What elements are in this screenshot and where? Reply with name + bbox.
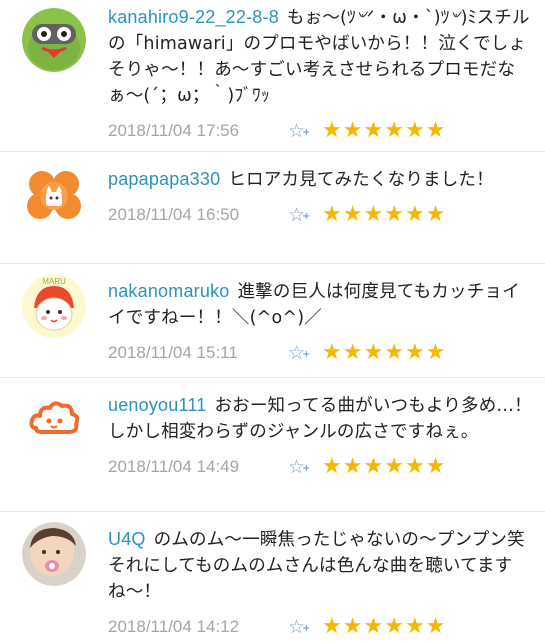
star-icon: ★: [404, 340, 425, 365]
comment-timestamp: 2018/11/04 14:49: [108, 457, 240, 476]
comment-username[interactable]: nakanomaruko: [108, 281, 229, 301]
comment-meta: 2018/11/04 15:11 ☆ + ★ ★ ★ ★ ★ ★: [108, 339, 535, 367]
comment-meta: 2018/11/04 17:56 ☆ + ★ ★ ★ ★ ★ ★: [108, 117, 535, 145]
star-icon: ★: [384, 454, 404, 479]
add-star-plus: +: [302, 127, 311, 138]
comment-list: kanahiro9-22_22-8-8 もぉ〜(ﾂ৺ᐟ・ω・`)ﾂ৺)ﾐスチルの「…: [0, 0, 545, 640]
green-robot-avatar-icon: [22, 8, 86, 72]
star-icon: ★: [342, 614, 363, 639]
comment-text-block: papapapa330 ヒロアカ見てみたくなりました！: [108, 166, 535, 193]
orange-cloud-avatar-icon: [22, 388, 86, 452]
comment-meta: 2018/11/04 14:12 ☆ + ★ ★ ★ ★ ★ ★: [108, 613, 535, 641]
add-star-plus: +: [302, 349, 311, 360]
star-rating: ★ ★ ★ ★ ★ ★: [322, 342, 446, 364]
comment-text-block: nakanomaruko 進撃の巨人は何度見てもカッチョイイですねー！！＼(^o^…: [108, 278, 535, 331]
comment-text-block: U4Q のムのム〜一瞬焦ったじゃないの〜プンプン笑それにしてものムのムさんは色んな…: [108, 526, 535, 605]
add-star-button[interactable]: ☆ +: [288, 456, 316, 478]
comment-username[interactable]: U4Q: [108, 529, 146, 549]
comment-item: kanahiro9-22_22-8-8 もぉ〜(ﾂ৺ᐟ・ω・`)ﾂ৺)ﾐスチルの「…: [0, 0, 545, 152]
comment-timestamp: 2018/11/04 16:50: [108, 205, 240, 224]
maru-avatar-text: MARU: [42, 277, 66, 286]
comment-item: MARU nakanomaruko 進撃の巨人は何度見てもカッチョイイですねー！！…: [0, 264, 545, 378]
comment-item: uenoyou111 おおー知ってる曲がいつもより多め…！しかし相変わらずのジャン…: [0, 378, 545, 512]
comment-text-block: uenoyou111 おおー知ってる曲がいつもより多め…！しかし相変わらずのジャン…: [108, 392, 535, 445]
comment-item: U4Q のムのム〜一瞬焦ったじゃないの〜プンプン笑それにしてものムのムさんは色んな…: [0, 512, 545, 640]
star-rating: ★ ★ ★ ★ ★ ★: [322, 204, 446, 226]
comment-username[interactable]: papapapa330: [108, 169, 220, 189]
star-icon: ★: [384, 340, 404, 365]
avatar[interactable]: [22, 162, 86, 226]
comment-meta: 2018/11/04 14:49 ☆ + ★ ★ ★ ★ ★ ★: [108, 453, 535, 481]
star-icon: ★: [404, 118, 425, 143]
star-icon: ★: [342, 118, 363, 143]
add-star-button[interactable]: ☆ +: [288, 120, 316, 142]
add-star-plus: +: [302, 463, 311, 474]
avatar[interactable]: [22, 388, 86, 452]
baby-photo-avatar-icon: [22, 522, 86, 586]
orange-flower-cat-avatar-icon: [22, 162, 86, 226]
star-rating: ★ ★ ★ ★ ★ ★: [322, 616, 446, 638]
star-icon: ★: [425, 454, 446, 479]
star-icon: ★: [322, 454, 342, 479]
avatar[interactable]: [22, 8, 86, 72]
comment-item: papapapa330 ヒロアカ見てみたくなりました！ 2018/11/04 16…: [0, 152, 545, 264]
star-icon: ★: [384, 614, 404, 639]
add-star-button[interactable]: ☆ +: [288, 616, 316, 638]
maru-character-avatar-icon: MARU: [22, 274, 86, 338]
star-icon: ★: [322, 340, 342, 365]
star-rating: ★ ★ ★ ★ ★ ★: [322, 456, 446, 478]
star-icon: ★: [425, 614, 446, 639]
star-icon: ★: [384, 202, 404, 227]
star-icon: ★: [425, 340, 446, 365]
comment-timestamp: 2018/11/04 17:56: [108, 121, 240, 140]
star-rating: ★ ★ ★ ★ ★ ★: [322, 120, 446, 142]
comment-username[interactable]: uenoyou111: [108, 395, 206, 415]
star-icon: ★: [425, 118, 446, 143]
add-star-button[interactable]: ☆ +: [288, 204, 316, 226]
star-icon: ★: [322, 614, 342, 639]
star-icon: ★: [363, 454, 384, 479]
star-icon: ★: [404, 614, 425, 639]
comment-timestamp: 2018/11/04 15:11: [108, 343, 238, 362]
add-star-plus: +: [302, 211, 311, 222]
comment-timestamp: 2018/11/04 14:12: [108, 617, 240, 636]
comment-username[interactable]: kanahiro9-22_22-8-8: [108, 7, 279, 27]
avatar[interactable]: MARU: [22, 274, 86, 338]
star-icon: ★: [363, 340, 384, 365]
add-star-button[interactable]: ☆ +: [288, 342, 316, 364]
star-icon: ★: [363, 118, 384, 143]
avatar[interactable]: [22, 522, 86, 586]
comment-text: ヒロアカ見てみたくなりました！: [228, 170, 494, 190]
star-icon: ★: [322, 118, 342, 143]
comment-meta: 2018/11/04 16:50 ☆ + ★ ★ ★ ★ ★ ★: [108, 201, 535, 229]
comment-text: のムのム〜一瞬焦ったじゃないの〜プンプン笑それにしてものムのムさんは色んな曲を聴…: [108, 530, 525, 602]
star-icon: ★: [322, 202, 342, 227]
star-icon: ★: [342, 202, 363, 227]
star-icon: ★: [425, 202, 446, 227]
star-icon: ★: [363, 614, 384, 639]
star-icon: ★: [342, 340, 363, 365]
add-star-plus: +: [302, 623, 311, 634]
star-icon: ★: [363, 202, 384, 227]
star-icon: ★: [342, 454, 363, 479]
comment-text-block: kanahiro9-22_22-8-8 もぉ〜(ﾂ৺ᐟ・ω・`)ﾂ৺)ﾐスチルの「…: [108, 4, 535, 109]
star-icon: ★: [404, 454, 425, 479]
star-icon: ★: [384, 118, 404, 143]
star-icon: ★: [404, 202, 425, 227]
